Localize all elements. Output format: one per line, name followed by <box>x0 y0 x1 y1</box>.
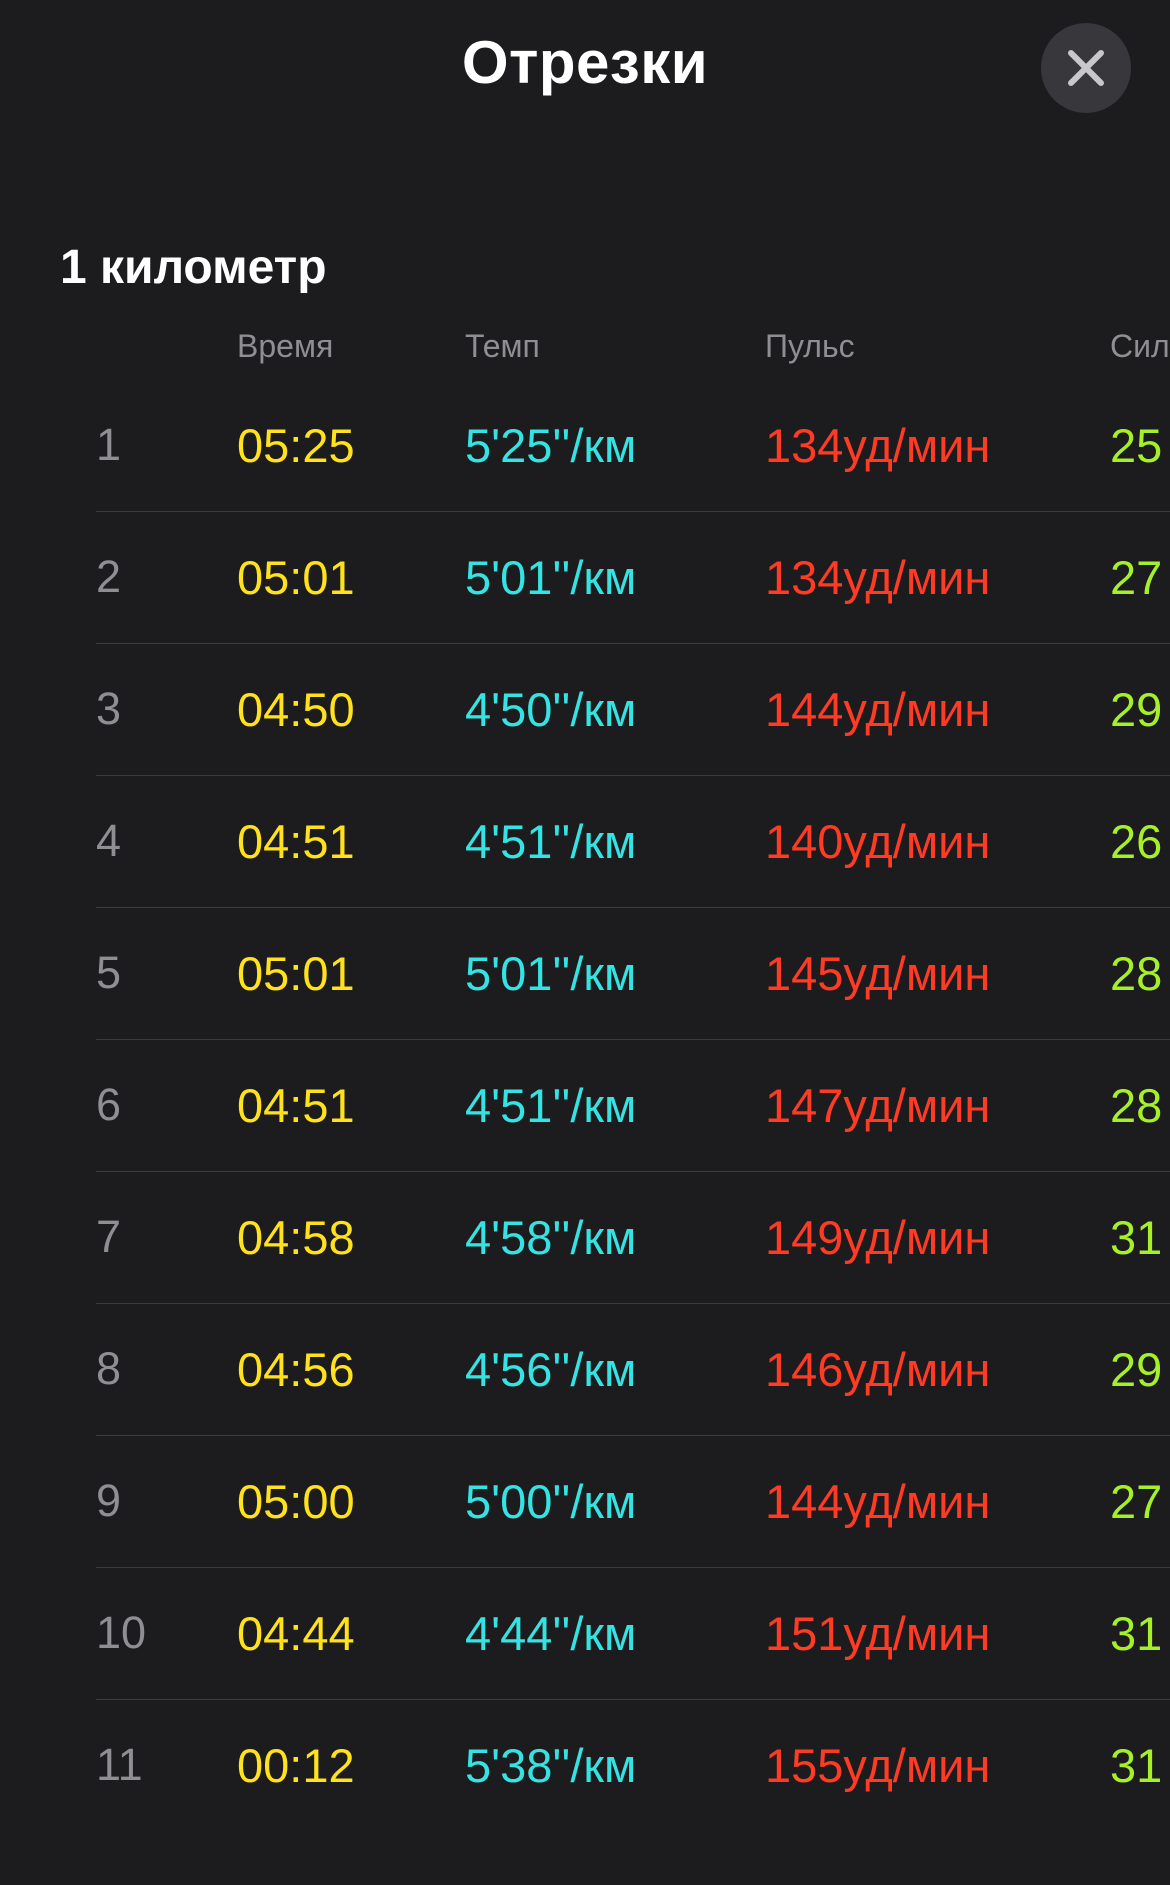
split-time: 04:51 <box>237 1079 355 1132</box>
split-index: 2 <box>96 551 122 602</box>
split-pace: 5'38''/км <box>465 1739 637 1792</box>
split-row[interactable]: 9 05:00 5'00''/км 144уд/мин 27 <box>0 1436 1170 1568</box>
split-pace: 4'44''/км <box>465 1607 637 1660</box>
split-heart-rate: 134уд/мин <box>765 551 991 604</box>
split-time: 05:00 <box>237 1475 355 1528</box>
split-index: 4 <box>96 815 122 866</box>
split-heart-rate: 151уд/мин <box>765 1607 991 1660</box>
split-row[interactable]: 4 04:51 4'51''/км 140уд/мин 26 <box>0 776 1170 908</box>
split-row[interactable]: 3 04:50 4'50''/км 144уд/мин 29 <box>0 644 1170 776</box>
close-icon <box>1068 50 1104 86</box>
split-pace: 4'56''/км <box>465 1343 637 1396</box>
split-pace: 4'51''/км <box>465 815 637 868</box>
split-row[interactable]: 5 05:01 5'01''/км 145уд/мин 28 <box>0 908 1170 1040</box>
split-power: 26 <box>1110 815 1163 868</box>
split-index: 11 <box>96 1739 143 1790</box>
split-power: 28 <box>1110 1079 1163 1132</box>
header: Отрезки <box>0 0 1170 130</box>
split-time: 04:58 <box>237 1211 355 1264</box>
split-heart-rate: 149уд/мин <box>765 1211 991 1264</box>
column-header-pace: Темп <box>465 328 540 364</box>
split-index: 5 <box>96 947 122 998</box>
split-index: 9 <box>96 1475 122 1526</box>
split-power: 31 <box>1110 1607 1163 1660</box>
split-heart-rate: 145уд/мин <box>765 947 991 1000</box>
split-time: 05:25 <box>237 419 355 472</box>
split-power: 29 <box>1110 1343 1163 1396</box>
column-header-time: Время <box>237 328 334 364</box>
split-time: 04:56 <box>237 1343 355 1396</box>
column-header-power: Сил <box>1110 328 1170 364</box>
split-power: 31 <box>1110 1739 1163 1792</box>
split-heart-rate: 147уд/мин <box>765 1079 991 1132</box>
split-row[interactable]: 1 05:25 5'25''/км 134уд/мин 25 <box>0 380 1170 512</box>
split-power: 25 <box>1110 419 1163 472</box>
split-index: 8 <box>96 1343 122 1394</box>
column-header-heart-rate: Пульс <box>765 328 855 364</box>
split-time: 04:50 <box>237 683 355 736</box>
split-pace: 4'58''/км <box>465 1211 637 1264</box>
split-time: 04:44 <box>237 1607 355 1660</box>
split-index: 1 <box>96 419 122 470</box>
split-pace: 4'50''/км <box>465 683 637 736</box>
split-power: 27 <box>1110 1475 1163 1528</box>
split-row[interactable]: 6 04:51 4'51''/км 147уд/мин 28 <box>0 1040 1170 1172</box>
split-power: 31 <box>1110 1211 1163 1264</box>
split-time: 00:12 <box>237 1739 355 1792</box>
split-pace: 5'00''/км <box>465 1475 637 1528</box>
split-pace: 5'25''/км <box>465 419 637 472</box>
split-heart-rate: 144уд/мин <box>765 1475 991 1528</box>
split-heart-rate: 134уд/мин <box>765 419 991 472</box>
split-index: 10 <box>96 1607 147 1658</box>
split-index: 7 <box>96 1211 122 1262</box>
split-power: 28 <box>1110 947 1163 1000</box>
split-row[interactable]: 7 04:58 4'58''/км 149уд/мин 31 <box>0 1172 1170 1304</box>
split-time: 05:01 <box>237 551 355 604</box>
split-row[interactable]: 8 04:56 4'56''/км 146уд/мин 29 <box>0 1304 1170 1436</box>
split-pace: 4'51''/км <box>465 1079 637 1132</box>
split-index: 6 <box>96 1079 122 1130</box>
split-heart-rate: 155уд/мин <box>765 1739 991 1792</box>
split-heart-rate: 146уд/мин <box>765 1343 991 1396</box>
split-row[interactable]: 2 05:01 5'01''/км 134уд/мин 27 <box>0 512 1170 644</box>
split-heart-rate: 144уд/мин <box>765 683 991 736</box>
split-pace: 5'01''/км <box>465 551 637 604</box>
split-row[interactable]: 11 00:12 5'38''/км 155уд/мин 31 <box>0 1700 1170 1832</box>
split-heart-rate: 140уд/мин <box>765 815 991 868</box>
split-power: 27 <box>1110 551 1163 604</box>
split-pace: 5'01''/км <box>465 947 637 1000</box>
split-row[interactable]: 10 04:44 4'44''/км 151уд/мин 31 <box>0 1568 1170 1700</box>
split-time: 05:01 <box>237 947 355 1000</box>
split-index: 3 <box>96 683 122 734</box>
split-time: 04:51 <box>237 815 355 868</box>
close-button[interactable] <box>1041 23 1131 113</box>
page-title: Отрезки <box>461 29 709 96</box>
split-power: 29 <box>1110 683 1163 736</box>
section-title: 1 километр <box>60 241 327 294</box>
